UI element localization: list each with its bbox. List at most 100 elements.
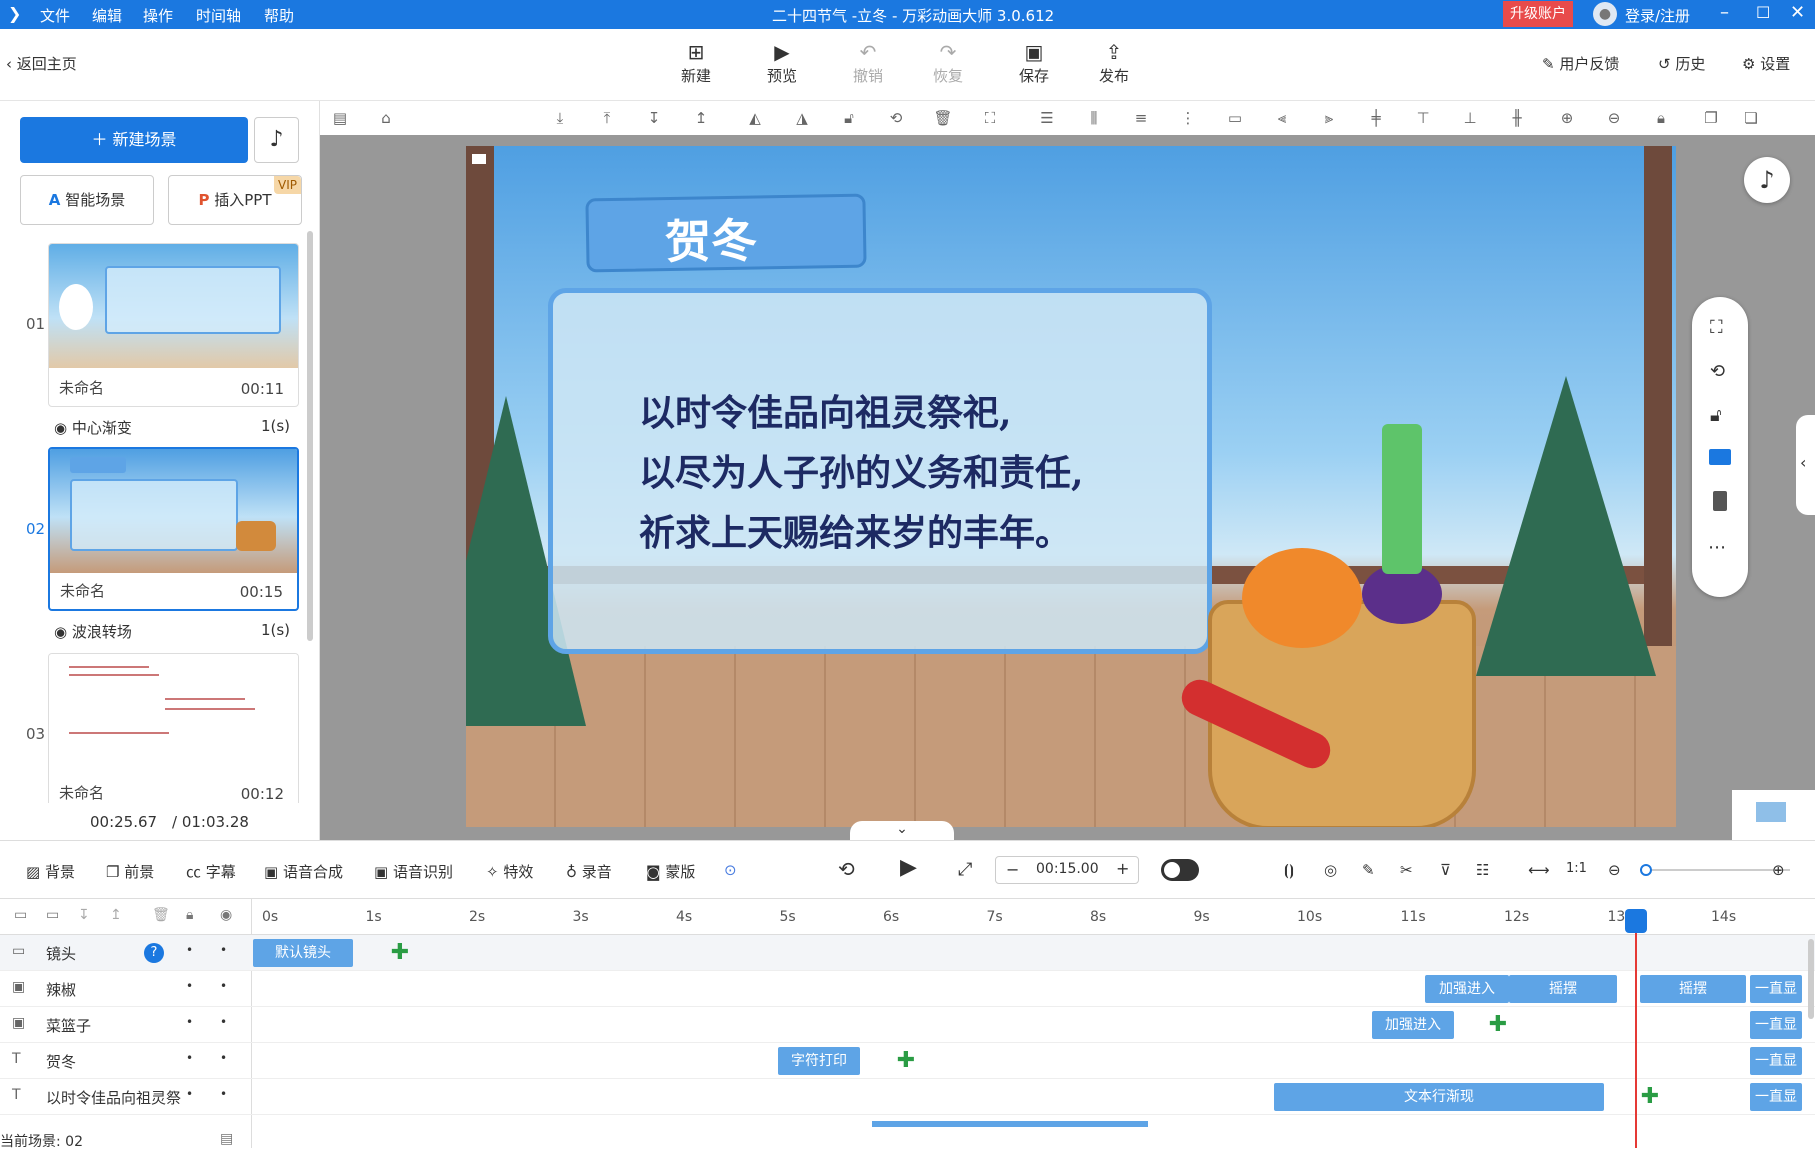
move-up-icon[interactable]: ↥ (691, 108, 711, 128)
track-dot-icon[interactable]: • (220, 1015, 227, 1029)
upgrade-button[interactable]: 升级账户 (1503, 1, 1573, 27)
home-icon[interactable]: ⌂ (376, 108, 396, 128)
animation-clip[interactable]: 加强进入 (1372, 1011, 1454, 1039)
back-home-link[interactable]: ‹ 返回主页 (6, 53, 77, 74)
folder-icon[interactable]: ▭ (14, 907, 27, 923)
zoom-in-icon[interactable]: ⊕ (1772, 861, 1785, 879)
zoom-out-icon[interactable]: ⊖ (1608, 861, 1621, 879)
track-dot-icon[interactable]: • (220, 979, 227, 993)
menu-file[interactable]: 文件 (40, 5, 70, 26)
filter-icon[interactable]: ⊽ (1440, 861, 1451, 879)
history-link[interactable]: ↺ 历史 (1658, 53, 1705, 74)
menu-operate[interactable]: 操作 (143, 5, 173, 26)
track-row[interactable]: ▣辣椒••加强进入摇摆摇摆一直显 (0, 971, 1815, 1007)
align-hcenter-icon[interactable]: ☰ (1037, 108, 1057, 128)
track-dot-icon[interactable]: • (220, 943, 227, 957)
foreground-button[interactable]: ❐ 前景 (106, 861, 154, 882)
animation-clip[interactable]: 默认镜头 (253, 939, 353, 967)
align-vcenter-icon[interactable]: ⫼ (1084, 108, 1104, 128)
eye-icon[interactable]: ◉ (220, 907, 232, 923)
move-down-icon[interactable]: ↧ (78, 907, 90, 923)
animation-clip[interactable]: 一直显 (1750, 1011, 1802, 1039)
distribute-v-icon[interactable]: ≡ (1131, 108, 1151, 128)
timeline-toggle[interactable]: ⌄ (850, 821, 954, 840)
feedback-link[interactable]: ✎ 用户反馈 (1542, 53, 1619, 74)
align-center-icon[interactable]: ╪ (1366, 108, 1386, 128)
animation-clip[interactable]: 加强进入 (1425, 975, 1509, 1003)
more-options-icon[interactable]: ⊙ (724, 861, 737, 879)
track-dot-icon[interactable]: • (186, 1015, 193, 1029)
format-painter-icon[interactable]: ▤ (330, 108, 350, 128)
tts-button[interactable]: ▣ 语音合成 (264, 861, 343, 882)
lock-icon[interactable]: 🔒︎ (1651, 108, 1671, 128)
time-ruler[interactable]: 0s1s2s3s4s5s6s7s8s9s10s11s12s13s14s15s (252, 899, 1815, 935)
animation-clip[interactable]: 文本行渐现 (1274, 1083, 1604, 1111)
scene-list-scrollbar[interactable] (307, 231, 313, 641)
menu-timeline[interactable]: 时间轴 (196, 5, 241, 26)
flip-icon[interactable]: ◭ (745, 108, 765, 128)
distribute-h-icon[interactable]: ⋮ (1178, 108, 1198, 128)
rotate-icon[interactable]: ⟲ (886, 108, 906, 128)
align-left-icon[interactable]: ⫷ (1272, 108, 1292, 128)
insert-ppt-button[interactable]: P 插入PPT VIP (168, 175, 302, 225)
add-keyframe-icon[interactable]: ✚ (1488, 1015, 1508, 1035)
move-bottom-icon[interactable]: ⤓ (550, 108, 570, 128)
camera-fit-icon[interactable]: ⦗⦘ (1284, 861, 1294, 879)
zoom-slider[interactable] (1640, 869, 1790, 871)
add-keyframe-icon[interactable]: ✚ (390, 943, 410, 963)
timeline-hscrollbar[interactable] (872, 1121, 1148, 1127)
align-middle-icon[interactable]: ╫ (1507, 108, 1527, 128)
track-dot-icon[interactable]: • (186, 1051, 193, 1065)
animation-clip[interactable]: 一直显 (1750, 1047, 1802, 1075)
new-button[interactable]: ⊞新建 (666, 39, 726, 86)
portrait-icon[interactable] (1713, 491, 1727, 511)
track-dot-icon[interactable]: • (220, 1051, 227, 1065)
paste-icon[interactable]: ❏ (1741, 108, 1761, 128)
music-button[interactable]: ♪ (254, 117, 299, 163)
copy-icon[interactable]: ❐ (1701, 108, 1721, 128)
minus-icon[interactable]: − (1006, 860, 1019, 879)
track-dot-icon[interactable]: • (186, 979, 193, 993)
minimize-icon[interactable]: – (1720, 2, 1729, 23)
lock-icon[interactable]: 🔒︎ (186, 907, 193, 923)
save-button[interactable]: ▣保存 (1004, 39, 1064, 86)
music-note-icon[interactable]: ♪ (1744, 157, 1790, 203)
screenshot-icon[interactable]: ⛶ (1710, 317, 1723, 338)
background-button[interactable]: ▨ 背景 (26, 861, 75, 882)
record-button[interactable]: ♁ 录音 (566, 861, 612, 882)
maximize-icon[interactable]: ☐ (1756, 3, 1770, 22)
add-keyframe-icon[interactable]: ✚ (896, 1051, 916, 1071)
login-link[interactable]: 登录/注册 (1625, 5, 1690, 26)
new-scene-button[interactable]: ＋ 新建场景 (20, 117, 248, 163)
panel-collapse-tab[interactable]: ‹ (1796, 415, 1815, 515)
animation-clip[interactable]: 摇摆 (1640, 975, 1746, 1003)
track-dot-icon[interactable]: • (220, 1087, 227, 1101)
mask-button[interactable]: ◙ 蒙版 (646, 861, 695, 882)
landscape-icon[interactable] (1709, 449, 1731, 465)
fit-width-icon[interactable]: ⟷ (1528, 861, 1550, 879)
delete-icon[interactable]: 🗑︎ (933, 108, 953, 128)
track-row[interactable]: T贺冬••字符打印一直显✚ (0, 1043, 1815, 1079)
split-icon[interactable]: ✂ (1400, 861, 1413, 879)
align-top-icon[interactable]: ⊤ (1413, 108, 1433, 128)
adjust-icon[interactable]: ☷ (1476, 861, 1489, 879)
track-dot-icon[interactable]: • (186, 1087, 193, 1101)
undo-button[interactable]: ↶撤销 (838, 39, 898, 86)
settings-link[interactable]: ⚙ 设置 (1742, 53, 1790, 74)
help-icon[interactable]: ? (144, 943, 164, 963)
snapshot-icon[interactable]: ◎ (1324, 861, 1337, 879)
avatar[interactable]: ● (1593, 2, 1617, 26)
move-down-icon[interactable]: ↧ (644, 108, 664, 128)
same-width-icon[interactable]: ▭ (1225, 108, 1245, 128)
smart-scene-button[interactable]: A 智能场景 (20, 175, 154, 225)
delete-icon[interactable]: 🗑︎ (152, 907, 170, 923)
asr-button[interactable]: ▣ 语音识别 (374, 861, 453, 882)
scene-thumb-1[interactable]: 未命名 00:11 (48, 243, 299, 407)
transition-item[interactable]: ◉ 波浪转场1(s) (54, 621, 290, 642)
rotate-icon[interactable]: ⟲ (1710, 361, 1725, 382)
redo-button[interactable]: ↷恢复 (918, 39, 978, 86)
more-icon[interactable]: ⋯ (1708, 537, 1726, 558)
zoom-slider-thumb[interactable] (1640, 864, 1652, 876)
timeline-vscrollbar[interactable] (1808, 939, 1814, 1019)
transition-item[interactable]: ◉ 中心渐变1(s) (54, 417, 290, 438)
